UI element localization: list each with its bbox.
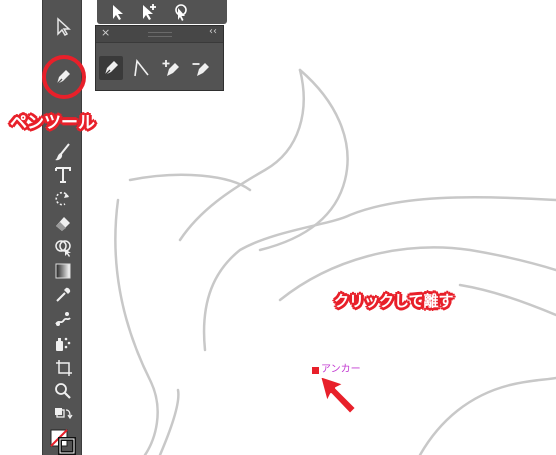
collapse-chevron-icon[interactable]: ‹‹ <box>209 26 217 37</box>
selection-tools-flyout <box>97 0 227 24</box>
pen-minus-icon <box>192 63 209 76</box>
guide-stroke <box>202 195 556 352</box>
pen-tool-callout-label: ペンツール <box>10 113 95 133</box>
pen-plus-icon <box>162 60 179 76</box>
guide-stroke <box>458 283 556 317</box>
anchor-convert-icon <box>134 59 149 77</box>
flyout-delete-anchor-point-tool[interactable] <box>189 56 213 80</box>
click-release-callout-label: クリックして離す <box>334 292 454 310</box>
eraser-icon <box>56 217 70 231</box>
fill-stroke-swatch-icon <box>50 429 76 455</box>
zoom-tool[interactable] <box>49 380 77 402</box>
puppet-warp-tool[interactable] <box>49 308 77 330</box>
close-icon[interactable]: × <box>101 26 110 39</box>
paintbrush-tool[interactable] <box>49 141 77 163</box>
artboard-tool[interactable] <box>49 356 77 378</box>
shape-builder-tool[interactable] <box>49 236 77 258</box>
grip-icon[interactable] <box>148 32 172 37</box>
swap-fill-stroke[interactable] <box>49 405 77 423</box>
paintbrush-icon <box>55 143 70 161</box>
magnifier-icon <box>55 383 71 399</box>
puppet-warp-icon <box>55 312 71 326</box>
symbol-sprayer-tool[interactable] <box>49 332 77 354</box>
lasso-arrow-icon[interactable] <box>171 2 191 22</box>
eyedropper-tool[interactable] <box>49 284 77 306</box>
guide-stroke <box>128 173 252 192</box>
selection-arrow-icon[interactable] <box>107 2 127 22</box>
shape-builder-icon <box>55 240 71 257</box>
guide-stroke <box>114 198 159 455</box>
pen-nib-icon <box>104 61 118 76</box>
swap-arrows-icon <box>55 408 73 420</box>
gradient-icon <box>55 263 71 279</box>
guide-stroke <box>158 388 180 455</box>
direct-selection-tool[interactable] <box>49 16 77 38</box>
flyout-add-anchor-point-tool[interactable] <box>159 56 183 80</box>
fill-stroke-swatches[interactable] <box>49 428 77 455</box>
flyout-anchor-point-tool[interactable] <box>129 56 153 80</box>
gradient-tool[interactable] <box>49 260 77 282</box>
symbol-sprayer-icon <box>56 337 71 351</box>
add-anchor-arrow-icon[interactable] <box>139 2 159 22</box>
type-tool[interactable] <box>49 164 77 186</box>
panel-header[interactable]: × ‹‹ <box>96 26 223 43</box>
eraser-tool[interactable] <box>49 212 77 234</box>
type-t-icon <box>55 167 71 183</box>
rotate-icon <box>55 191 69 206</box>
eyedropper-icon <box>56 287 71 302</box>
pen-tool-highlight-circle <box>42 55 86 99</box>
artboard-icon <box>56 360 72 376</box>
pen-tools-flyout-panel: × ‹‹ <box>95 25 224 91</box>
guide-stroke <box>418 376 556 455</box>
flyout-pen-tool[interactable] <box>99 56 123 80</box>
direct-selection-arrow-icon <box>57 17 71 36</box>
rotate-tool[interactable] <box>49 188 77 210</box>
click-pointer-arrow-icon <box>319 375 357 415</box>
guide-stroke <box>178 68 305 242</box>
